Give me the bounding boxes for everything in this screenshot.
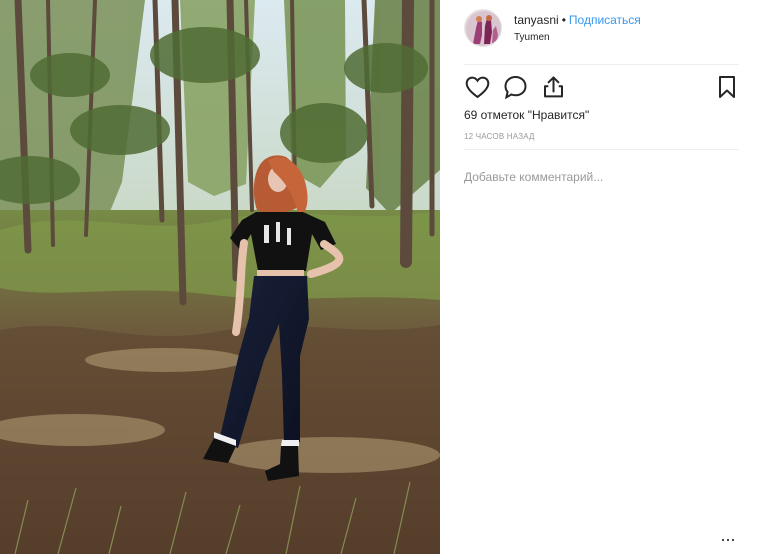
share-icon [542,75,565,99]
avatar[interactable] [464,9,502,47]
username-link[interactable]: tanyasni [514,13,559,27]
heart-icon [465,76,490,99]
action-bar [464,74,740,100]
post-header: tanyasni • Подписаться Tyumen [464,9,740,53]
share-button[interactable] [540,74,566,100]
comments-divider [464,149,739,150]
post-timestamp: 12 ЧАСОВ НАЗАД [464,132,535,141]
location-link[interactable]: Tyumen [514,32,550,44]
speech-bubble-icon [503,75,528,100]
like-button[interactable] [464,74,490,100]
comment-input[interactable] [464,166,740,188]
header-divider [464,64,739,65]
post-sidebar: tanyasni • Подписаться Tyumen 69 отметок… [440,0,760,554]
separator-dot: • [561,13,566,27]
save-button[interactable] [714,74,740,100]
more-icon[interactable]: ... [719,526,737,544]
post-view: tanyasni • Подписаться Tyumen 69 отметок… [0,0,760,554]
likes-count[interactable]: 69 отметок "Нравится" [464,108,589,123]
user-line: tanyasni • Подписаться [514,13,641,27]
bookmark-icon [717,75,737,99]
comment-button[interactable] [502,74,528,100]
forest-photo [0,0,440,554]
follow-button[interactable]: Подписаться [569,13,641,27]
